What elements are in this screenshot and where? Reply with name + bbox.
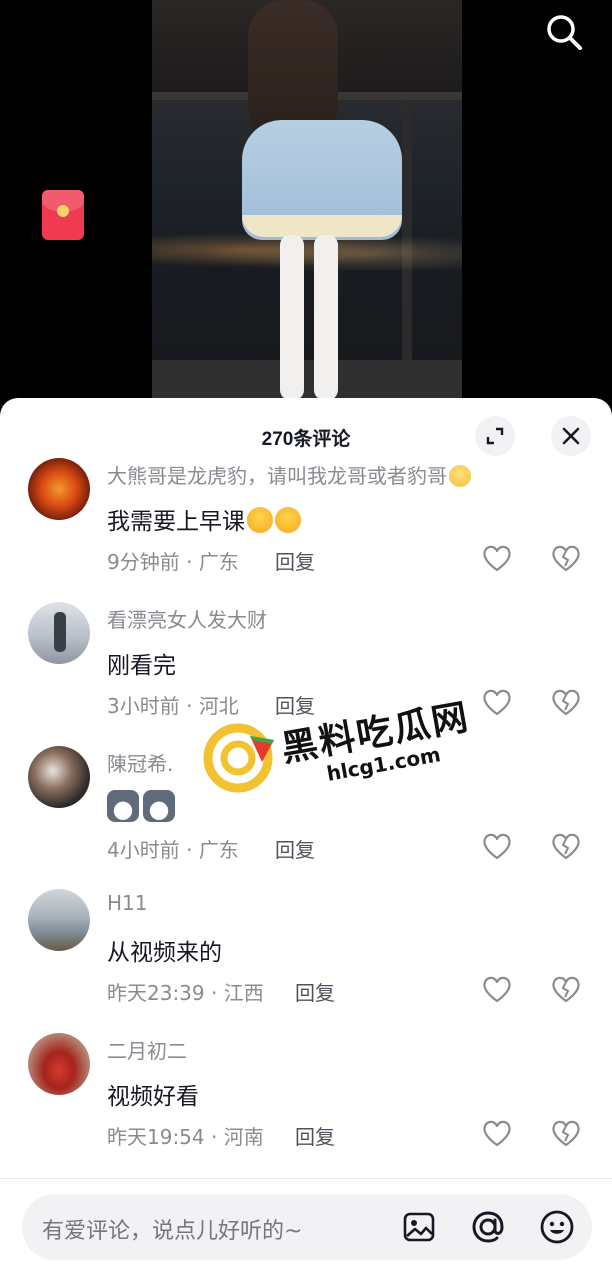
comment-text bbox=[107, 790, 179, 828]
comment-item: 二月初二 视频好看 昨天19:54 · 河南 回复 bbox=[0, 1033, 612, 1173]
comment-location: 广东 bbox=[198, 550, 239, 574]
comment-text: 视频好看 bbox=[107, 1084, 199, 1110]
comment-count-title: 270条评论 bbox=[261, 429, 351, 450]
comment-input[interactable]: 有爱评论，说点儿好听的~ bbox=[42, 1213, 302, 1245]
avatar[interactable] bbox=[28, 602, 90, 664]
red-packet-icon[interactable] bbox=[42, 190, 84, 240]
comment-time: 4小时前 bbox=[107, 838, 180, 862]
comment-time: 3小时前 bbox=[107, 694, 180, 718]
comment-username[interactable]: 二月初二 bbox=[107, 1035, 187, 1064]
comment-username[interactable]: 大熊哥是龙虎豹，请叫我龙哥或者豹哥 bbox=[107, 464, 447, 488]
heart-icon bbox=[483, 689, 511, 716]
heart-icon bbox=[483, 545, 511, 572]
comment-location: 河北 bbox=[198, 694, 239, 718]
broken-heart-icon bbox=[552, 1120, 580, 1147]
dislike-button[interactable] bbox=[549, 830, 583, 862]
avatar[interactable] bbox=[28, 746, 90, 808]
heart-icon bbox=[483, 976, 511, 1003]
emoji-button[interactable] bbox=[538, 1208, 576, 1246]
broken-heart-icon bbox=[552, 833, 580, 860]
reply-button[interactable]: 回复 bbox=[275, 834, 315, 863]
emoji-icon bbox=[540, 1210, 574, 1244]
comment-meta: 昨天19:54 · 河南 bbox=[107, 1125, 264, 1149]
heart-icon bbox=[483, 1120, 511, 1147]
like-button[interactable] bbox=[480, 973, 514, 1005]
reply-button[interactable]: 回复 bbox=[295, 977, 335, 1006]
comment-username[interactable]: 看漂亮女人发大财 bbox=[107, 604, 267, 633]
grin-emoji-icon bbox=[449, 465, 471, 487]
husky-emoji-icon bbox=[143, 790, 175, 822]
comment-input-bar[interactable]: 有爱评论，说点儿好听的~ bbox=[22, 1194, 592, 1260]
like-button[interactable] bbox=[480, 686, 514, 718]
expand-icon bbox=[486, 427, 504, 445]
comment-meta: 4小时前 · 广东 bbox=[107, 838, 239, 862]
at-icon bbox=[472, 1211, 504, 1243]
avatar[interactable] bbox=[28, 458, 90, 520]
comment-time: 昨天23:39 bbox=[107, 981, 205, 1005]
close-button[interactable] bbox=[551, 416, 591, 456]
broken-heart-icon bbox=[552, 976, 580, 1003]
reply-button[interactable]: 回复 bbox=[275, 546, 315, 575]
mention-button[interactable] bbox=[469, 1208, 507, 1246]
comment-location: 广东 bbox=[198, 838, 239, 862]
comment-location: 河南 bbox=[223, 1125, 264, 1149]
image-button[interactable] bbox=[400, 1208, 438, 1246]
comment-text: 刚看完 bbox=[107, 653, 176, 679]
comment-item: 大熊哥是龙虎豹，请叫我龙哥或者豹哥 我需要上早课 9分钟前 · 广东 回复 bbox=[0, 458, 612, 598]
reply-button[interactable]: 回复 bbox=[295, 1121, 335, 1150]
dislike-button[interactable] bbox=[549, 542, 583, 574]
search-button[interactable] bbox=[540, 8, 588, 56]
close-icon bbox=[562, 427, 580, 445]
comment-text: 从视频来的 bbox=[107, 940, 222, 966]
comment-meta: 昨天23:39 · 江西 bbox=[107, 981, 264, 1005]
comment-username[interactable]: H11 bbox=[107, 891, 148, 915]
comment-username[interactable]: 陳冠希. bbox=[107, 748, 173, 777]
comment-text: 我需要上早课 bbox=[107, 509, 245, 535]
comment-time: 昨天19:54 bbox=[107, 1125, 205, 1149]
dislike-button[interactable] bbox=[549, 973, 583, 1005]
avatar[interactable] bbox=[28, 889, 90, 951]
broken-heart-icon bbox=[552, 545, 580, 572]
divider bbox=[0, 1178, 612, 1179]
comment-sheet: 270条评论 大熊哥是龙虎豹，请叫我龙哥或者豹哥 我需要上早课 9分钟前 · 广… bbox=[0, 398, 612, 1280]
comment-meta: 3小时前 · 河北 bbox=[107, 694, 239, 718]
laugh-cry-emoji-icon bbox=[275, 507, 301, 533]
comment-item: 看漂亮女人发大财 刚看完 3小时前 · 河北 回复 bbox=[0, 602, 612, 742]
comment-item: 陳冠希. 4小时前 · 广东 回复 bbox=[0, 746, 612, 886]
video-frame bbox=[152, 0, 462, 400]
like-button[interactable] bbox=[480, 1117, 514, 1149]
broken-heart-icon bbox=[552, 689, 580, 716]
comment-item: H11 从视频来的 昨天23:39 · 江西 回复 bbox=[0, 889, 612, 1029]
like-button[interactable] bbox=[480, 542, 514, 574]
comment-time: 9分钟前 bbox=[107, 550, 180, 574]
dislike-button[interactable] bbox=[549, 686, 583, 718]
dislike-button[interactable] bbox=[549, 1117, 583, 1149]
video-player[interactable] bbox=[0, 0, 612, 430]
husky-emoji-icon bbox=[107, 790, 139, 822]
image-icon bbox=[403, 1212, 435, 1242]
comment-meta: 9分钟前 · 广东 bbox=[107, 550, 239, 574]
reply-button[interactable]: 回复 bbox=[275, 690, 315, 719]
laugh-cry-emoji-icon bbox=[247, 507, 273, 533]
like-button[interactable] bbox=[480, 830, 514, 862]
search-icon bbox=[547, 15, 582, 50]
expand-button[interactable] bbox=[475, 416, 515, 456]
avatar[interactable] bbox=[28, 1033, 90, 1095]
comment-location: 江西 bbox=[223, 981, 264, 1005]
heart-icon bbox=[483, 833, 511, 860]
